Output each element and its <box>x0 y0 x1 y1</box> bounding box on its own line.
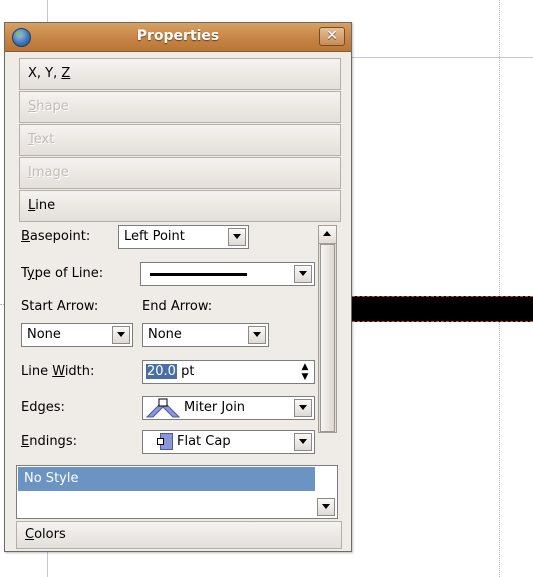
section-image: Image <box>19 157 341 189</box>
basepoint-value: Left Point <box>124 229 185 244</box>
basepoint-mnemonic: B <box>21 229 30 244</box>
chevron-down-icon[interactable] <box>228 228 246 246</box>
endings-label: Endings: <box>21 434 77 449</box>
type-of-line-label-post: pe of Line: <box>34 266 104 281</box>
end-arrow-select[interactable]: None <box>142 323 269 347</box>
style-list[interactable]: No Style <box>16 465 338 519</box>
section-xyz-label: X, Y, <box>28 66 62 81</box>
line-width-unit: pt <box>176 364 195 379</box>
scroll-up-icon[interactable] <box>319 226 336 244</box>
endings-mnemonic: E <box>21 434 30 449</box>
title-bar[interactable]: Properties ✕ <box>5 23 351 52</box>
scrollbar-thumb[interactable] <box>320 244 335 432</box>
canvas-guide-horizontal <box>352 57 533 58</box>
close-icon: ✕ <box>326 28 338 44</box>
edges-value: Miter Join <box>184 400 246 415</box>
chevron-down-icon[interactable] <box>294 433 312 451</box>
section-xyz-mnemonic: Z <box>61 66 71 81</box>
style-list-item-selected[interactable]: No Style <box>18 467 315 491</box>
type-of-line-select[interactable] <box>140 262 315 286</box>
section-line-label: ine <box>35 198 56 213</box>
edges-label: Edges: <box>21 400 65 415</box>
section-image-label: mage <box>31 165 69 180</box>
type-of-line-label: Type of Line: <box>21 266 103 281</box>
endings-select[interactable]: Flat Cap <box>142 430 315 454</box>
basepoint-label-text: asepoint: <box>29 229 91 244</box>
start-arrow-value: None <box>27 327 61 342</box>
spin-arrows-icon[interactable]: ▲ ▼ <box>298 362 312 382</box>
start-arrow-label: Start Arrow: <box>21 299 99 314</box>
line-width-spinbox[interactable]: 20.0 pt ▲ ▼ <box>142 360 315 384</box>
endings-value: Flat Cap <box>177 434 231 449</box>
section-text: Text <box>19 124 341 156</box>
line-width-value[interactable]: 20.0 <box>146 364 177 379</box>
section-line[interactable]: Line <box>19 190 341 222</box>
section-text-label: ext <box>33 132 55 147</box>
end-arrow-value: None <box>148 327 182 342</box>
chevron-down-icon[interactable] <box>294 265 312 283</box>
basepoint-select[interactable]: Left Point <box>118 225 249 249</box>
edges-label-post: es: <box>45 400 65 415</box>
section-shape: Shape <box>19 91 341 123</box>
chevron-down-icon[interactable] <box>112 326 130 344</box>
endings-label-post: ndings: <box>29 434 77 449</box>
edges-label-pre: Ed <box>21 400 38 415</box>
miter-join-icon <box>146 398 180 417</box>
canvas-page-edge <box>499 0 500 577</box>
flat-cap-icon <box>157 433 173 450</box>
line-width-mnemonic: W <box>52 364 65 379</box>
section-colors-label: olors <box>34 527 66 542</box>
basepoint-label: Basepoint: <box>21 229 90 244</box>
line-width-label-post: idth: <box>64 364 95 379</box>
solid-line-sample <box>150 273 247 276</box>
line-width-label-pre: Line <box>21 364 53 379</box>
edges-mnemonic: g <box>37 400 46 415</box>
chevron-down-icon[interactable] <box>317 498 335 516</box>
type-of-line-mnemonic: y <box>26 266 35 281</box>
chevron-down-icon[interactable] <box>248 326 266 344</box>
section-colors-mnemonic: C <box>25 527 35 542</box>
end-arrow-label: End Arrow: <box>142 299 213 314</box>
section-shape-label: hape <box>36 99 69 114</box>
line-width-label: Line Width: <box>21 364 94 379</box>
line-panel-scrollbar[interactable] <box>318 225 337 433</box>
section-xyz[interactable]: X, Y, Z <box>19 58 341 90</box>
section-colors[interactable]: Colors <box>16 521 342 549</box>
start-arrow-select[interactable]: None <box>21 323 133 347</box>
dialog-title: Properties <box>136 28 220 44</box>
properties-dialog: Properties ✕ X, Y, Z Shape Text Image Li… <box>4 22 352 552</box>
close-button[interactable]: ✕ <box>319 27 345 46</box>
selected-line-object[interactable] <box>342 296 533 322</box>
edges-select[interactable]: Miter Join <box>142 396 315 420</box>
chevron-down-icon[interactable] <box>294 399 312 417</box>
